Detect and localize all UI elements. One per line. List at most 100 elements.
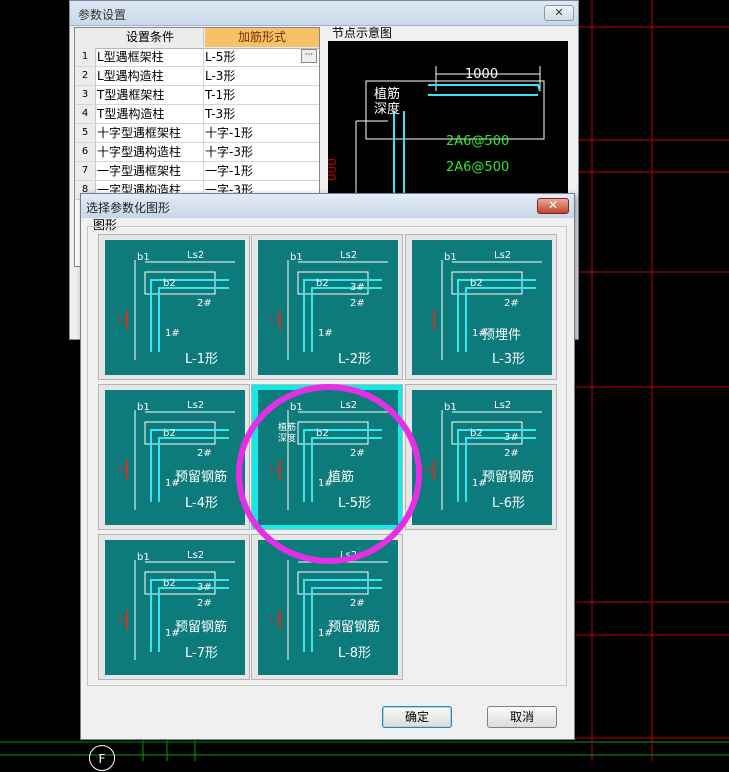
rebar-2-label: 2#: [350, 598, 365, 609]
b1-label: b1: [137, 552, 150, 563]
shape-diagram: [279, 260, 388, 360]
ls2-label: Ls2: [494, 250, 512, 261]
ls-label: Ls: [424, 464, 435, 475]
ls2-label: Ls2: [187, 550, 205, 561]
ls2-label: Ls2: [340, 250, 358, 261]
table-row[interactable]: 5 十字型遇框架柱 十字-1形: [75, 124, 319, 143]
tile-diagram-area: Ls2 b1 b2 2# 1# 3# Ls 预留钢筋 L-6形: [412, 390, 552, 525]
shape-tile-l-2[interactable]: Ls2 b1 b2 2# 1# 3# Ls L-2形: [251, 234, 403, 380]
table-row[interactable]: 6 十字型遇构造柱 十字-3形: [75, 143, 319, 162]
node-diagram-label: 节点示意图: [332, 26, 393, 40]
b1-label: b1: [137, 402, 150, 413]
node-dim-text: 1000: [465, 67, 498, 82]
tile-label: L-7形: [185, 646, 218, 661]
b1-label: b1: [290, 252, 303, 263]
shape-tile-l-6[interactable]: Ls2 b1 b2 2# 1# 3# Ls 预留钢筋 L-6形: [405, 384, 557, 530]
param-dialog-title: 参数设置: [78, 8, 127, 22]
table-row[interactable]: 2 L型遇构造柱 L-3形: [75, 67, 319, 86]
cell-condition[interactable]: T型遇框架柱: [97, 86, 204, 104]
shape-tile-l-1[interactable]: Ls2 b1 b2 2# 1# Ls L-1形: [98, 234, 250, 380]
shape-diagram: [433, 260, 542, 360]
ls2-label: Ls2: [494, 400, 512, 411]
tile-label: L-6形: [492, 496, 525, 511]
cell-condition[interactable]: L型遇构造柱: [97, 67, 204, 85]
table-row[interactable]: 4 T型遇构造柱 T-3形: [75, 105, 319, 124]
cell-condition[interactable]: 十字型遇构造柱: [97, 143, 204, 161]
shape-tile-l-7[interactable]: Ls2 b1 b2 2# 1# 3# Ls 预留钢筋 L-7形: [98, 534, 250, 680]
node-rebar-text-1: 2A6@500: [446, 134, 509, 149]
b2-label: b2: [470, 428, 483, 439]
shape-titlebar[interactable]: 选择参数化图形 ✕: [81, 194, 574, 218]
row-number: 4: [75, 105, 96, 123]
shape-diagram: [126, 410, 235, 510]
ls2-label: Ls2: [187, 250, 205, 261]
b2-label: b2: [163, 428, 176, 439]
ls-label: Ls: [117, 614, 128, 625]
tile-label: L-4形: [185, 496, 218, 511]
table-row[interactable]: 7 一字型遇框架柱 一字-1形: [75, 162, 319, 181]
ls-label: Ls: [270, 314, 281, 325]
tile-label: L-3形: [492, 352, 525, 367]
cell-form[interactable]: T-1形: [205, 86, 317, 104]
row-number: 6: [75, 143, 96, 161]
ellipsis-button[interactable]: ···: [301, 49, 317, 63]
rebar-2-label: 2#: [350, 298, 365, 309]
highlight-circle: [236, 384, 422, 564]
b2-label: b2: [470, 278, 483, 289]
node-rebar-text-2: 2A6@500: [446, 160, 509, 175]
ls-label: Ls: [117, 314, 128, 325]
tile-label: L-2形: [338, 352, 371, 367]
row-number: 7: [75, 162, 96, 180]
tile-sublabel: 预留钢筋: [328, 620, 381, 635]
shape-tile-l-3[interactable]: Ls2 b1 b2 2# 1# 预埋件 L-3形: [405, 234, 557, 380]
tile-sublabel: 预留钢筋: [175, 470, 228, 485]
cell-condition[interactable]: 十字型遇框架柱: [97, 124, 204, 142]
b1-label: b1: [444, 402, 457, 413]
row-number: 2: [75, 67, 96, 85]
rebar-3-label: 3#: [197, 582, 212, 593]
cell-condition[interactable]: 一字型遇框架柱: [97, 162, 204, 180]
rebar-3-label: 3#: [350, 282, 365, 293]
cell-form[interactable]: 十字-1形: [205, 124, 317, 142]
shape-dialog-title: 选择参数化图形: [86, 201, 171, 215]
cancel-button[interactable]: 取消: [487, 706, 557, 728]
rebar-3-label: 3#: [504, 432, 519, 443]
tile-diagram-area: Ls2 b1 b2 2# 1# 预埋件 L-3形: [412, 240, 552, 375]
table-row[interactable]: 1 L型遇框架柱 L-5形: [75, 48, 319, 67]
cell-form[interactable]: 十字-3形: [205, 143, 317, 161]
cell-form[interactable]: 一字-1形: [205, 162, 317, 180]
cell-condition[interactable]: T型遇构造柱: [97, 105, 204, 123]
rebar-1-label: 1#: [165, 328, 180, 339]
tile-sublabel: 预埋件: [482, 328, 522, 343]
tile-diagram-area: Ls2 b1 b2 2# 1# Ls 预留钢筋 L-4形: [105, 390, 245, 525]
node-planting-text-1: 植筋: [374, 86, 400, 102]
shape-diagram: [433, 410, 542, 510]
cell-condition[interactable]: L型遇框架柱: [97, 48, 204, 66]
shape-close-button[interactable]: ✕: [537, 198, 569, 214]
b1-label: b1: [137, 252, 150, 263]
shape-diagram: [126, 260, 235, 360]
tile-diagram-area: Ls2 b1 b2 2# 1# 3# Ls 预留钢筋 L-7形: [105, 540, 245, 675]
node-side-dim: 000: [328, 158, 339, 181]
param-titlebar[interactable]: 参数设置 ✕: [70, 1, 578, 26]
ok-button[interactable]: 确定: [382, 706, 452, 728]
row-number: 5: [75, 124, 96, 142]
shape-tile-l-4[interactable]: Ls2 b1 b2 2# 1# Ls 预留钢筋 L-4形: [98, 384, 250, 530]
table-header: 设置条件 加筋形式: [75, 28, 319, 49]
table-row[interactable]: 3 T型遇框架柱 T-1形: [75, 86, 319, 105]
cell-form[interactable]: T-3形: [205, 105, 317, 123]
b2-label: b2: [316, 278, 329, 289]
axis-bubble: F: [89, 745, 115, 771]
b2-label: b2: [163, 278, 176, 289]
tile-label: L-8形: [338, 646, 371, 661]
tile-sublabel: 预留钢筋: [175, 620, 228, 635]
tile-sublabel: 预留钢筋: [482, 470, 535, 485]
col-header-form[interactable]: 加筋形式: [205, 28, 319, 47]
param-close-button[interactable]: ✕: [544, 5, 574, 21]
cell-form[interactable]: L-3形: [205, 67, 317, 85]
rebar-2-label: 2#: [504, 448, 519, 459]
tile-label: L-1形: [185, 352, 218, 367]
ls2-label: Ls2: [187, 400, 205, 411]
col-header-condition[interactable]: 设置条件: [97, 28, 204, 47]
ls-label: Ls: [117, 464, 128, 475]
